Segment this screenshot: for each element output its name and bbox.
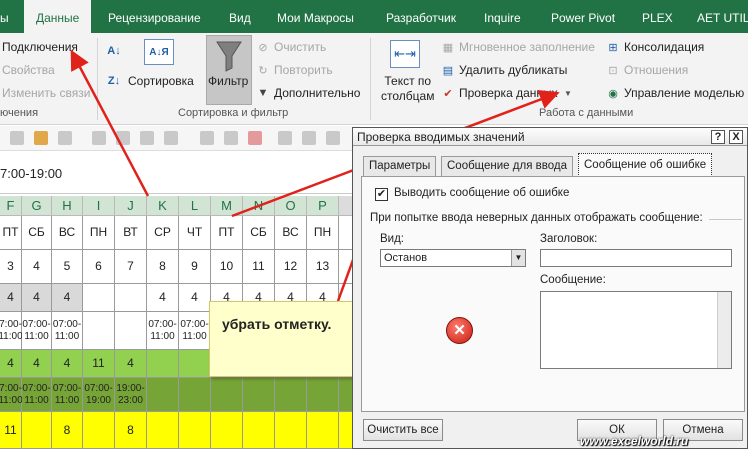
data-validation-dialog: Проверка вводимых значений ? X Параметры…	[352, 127, 748, 449]
arrow-to-data-tab	[70, 49, 150, 197]
dialog-title: Проверка вводимых значений	[357, 130, 525, 144]
message-value	[541, 294, 544, 306]
stop-error-icon: ✕	[446, 317, 473, 344]
section-label: При попытке ввода неверных данных отобра…	[370, 212, 703, 224]
style-select[interactable]: Останов ▼	[380, 249, 526, 267]
style-label: Вид:	[380, 233, 404, 245]
title-input[interactable]	[540, 249, 732, 267]
show-error-label: Выводить сообщение об ошибке	[394, 187, 570, 199]
scrollbar[interactable]	[717, 292, 731, 368]
excel-window: ы Данные Рецензирование Вид Мои Макросы …	[0, 0, 748, 449]
clear-all-button[interactable]: Очистить все	[363, 419, 443, 441]
message-label: Сообщение:	[540, 274, 606, 286]
close-button[interactable]: X	[729, 130, 743, 144]
tab-input-message[interactable]: Сообщение для ввода	[441, 156, 573, 176]
tab-error-alert[interactable]: Сообщение об ошибке	[578, 153, 713, 177]
watermark: www.excelworld.ru	[580, 434, 689, 448]
style-select-value: Останов	[384, 252, 428, 264]
tab-settings[interactable]: Параметры	[363, 156, 437, 176]
help-button[interactable]: ?	[711, 130, 725, 144]
show-error-checkbox[interactable]: ✔	[375, 188, 388, 201]
divider	[709, 219, 742, 220]
title-input-value	[541, 252, 544, 264]
chevron-down-icon: ▼	[511, 250, 525, 266]
note-text: убрать отметку.	[222, 316, 332, 332]
title-label: Заголовок:	[540, 233, 598, 245]
dialog-title-bar: Проверка вводимых значений ? X	[353, 128, 747, 146]
error-alert-panel: ✔ Выводить сообщение об ошибке При попыт…	[361, 176, 745, 412]
message-textarea[interactable]	[540, 291, 732, 369]
